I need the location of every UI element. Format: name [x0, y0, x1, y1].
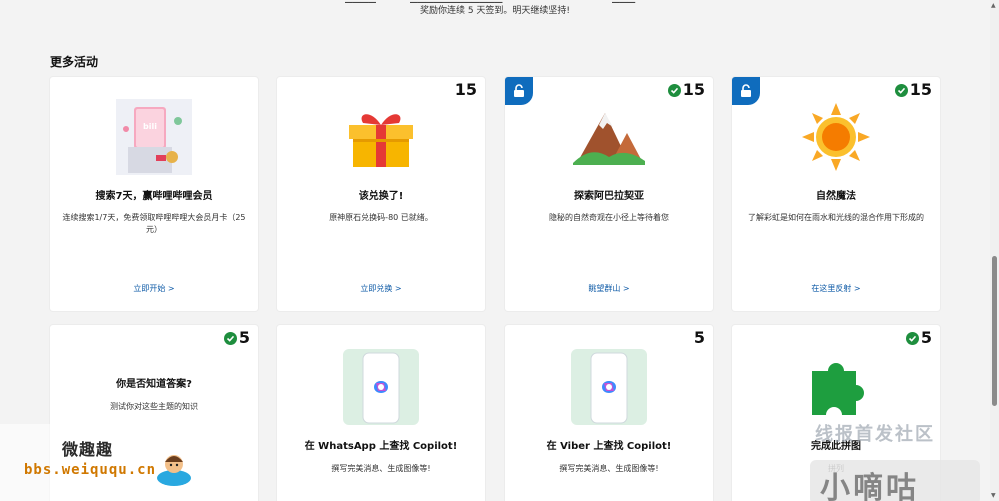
activity-card-bilibili[interactable]: bili 搜索7天，赢哔哩哔哩会员 连续搜索1/7天，免费领取哔哩哔哩大会员月卡… [50, 77, 258, 311]
check-icon [223, 331, 237, 345]
points-badge: 5 [694, 329, 705, 347]
points-badge: 15 [894, 80, 932, 99]
activity-card-appalachia[interactable]: 15 探索阿巴拉契亚 隐秘的自然奇观在小径上等待着您 眺望群山 > [505, 77, 713, 311]
card-title: 该兑换了! [358, 191, 404, 202]
points-badge: 5 [223, 328, 250, 347]
scrollbar[interactable]: ▲ ▼ [990, 0, 999, 501]
watermark-url: bbs.weiququ.cn [24, 462, 157, 478]
card-title: 在 WhatsApp 上查找 Copilot! [304, 441, 458, 452]
points-value: 5 [238, 328, 250, 347]
watermark-right-box: 小嘀咕 [810, 460, 980, 501]
points-value: 15 [454, 80, 477, 99]
activity-card-gift[interactable]: 15 该兑换了! 原神原石兑换码-80 已就绪。 立即兑换 > [277, 77, 485, 311]
watermark-title: 微趣趣 [62, 440, 114, 459]
check-icon [894, 83, 908, 97]
phone-copilot-icon [343, 349, 419, 425]
top-streak-area: ▁▁▁▁ ▁▁▁▁▁▁▁▁▁▁▁▁ ▁▁▁ 奖励你连续 5 天签到。明天继续坚持… [0, 0, 990, 18]
check-icon [667, 83, 681, 97]
mascot-icon [155, 448, 193, 488]
watermark-right-line1: 线报首发社区 [815, 424, 935, 445]
puzzle-piece-icon [798, 349, 874, 425]
card-description: 了解彩虹是如何在雨水和光线的混合作用下形成的 [748, 213, 924, 222]
points-badge: 5 [905, 328, 932, 347]
card-description: 撰写完美消息、生成图像等! [559, 464, 659, 473]
card-description: 测试你对这些主题的知识 [110, 402, 198, 411]
bilibili-membership-card-icon: bili [116, 99, 192, 175]
card-description: 撰写完美消息、生成图像等! [331, 464, 431, 473]
watermark-left: 微趣趣 bbs.weiququ.cn [0, 424, 200, 501]
card-title: 你是否知道答案? [116, 379, 192, 390]
card-title: 在 Viber 上查找 Copilot! [546, 441, 672, 452]
start-link[interactable]: 立即开始 > [50, 283, 258, 294]
card-title: 搜索7天，赢哔哩哔哩会员 [95, 191, 213, 202]
points-value: 5 [693, 328, 705, 347]
sun-icon [798, 99, 874, 175]
card-description: 原神原石兑换码-80 已就绪。 [329, 213, 433, 222]
mountain-icon [571, 99, 647, 175]
activity-card-whatsapp[interactable]: 在 WhatsApp 上查找 Copilot! 撰写完美消息、生成图像等! [277, 325, 485, 501]
points-value: 15 [909, 80, 932, 99]
watermark-right-line2: 小嘀咕 [820, 471, 919, 501]
svg-text:bili: bili [143, 122, 157, 131]
points-value: 5 [920, 328, 932, 347]
view-mountains-link[interactable]: 眺望群山 > [505, 283, 713, 294]
activity-card-viber[interactable]: 5 在 Viber 上查找 Copilot! 撰写完美消息、生成图像等! [505, 325, 713, 501]
card-description: 连续搜索1/7天，免费领取哔哩哔哩大会员月卡（25元） [62, 213, 246, 234]
check-icon [905, 331, 919, 345]
gift-box-icon [343, 99, 419, 175]
scroll-up-icon[interactable]: ▲ [991, 2, 996, 9]
lock-icon [505, 77, 533, 105]
lock-icon [732, 77, 760, 105]
card-description: 隐秘的自然奇观在小径上等待着您 [549, 213, 669, 222]
section-title: 更多活动 [50, 55, 99, 69]
streak-message: 奖励你连续 5 天签到。明天继续坚持! [419, 6, 571, 16]
activity-card-nature[interactable]: 15 自然魔法 了解彩虹是如何在雨水和光线的混合作用下形成的 在这里反射 > [732, 77, 940, 311]
scrollbar-thumb[interactable] [992, 256, 997, 406]
reflect-link[interactable]: 在这里反射 > [732, 283, 940, 294]
card-title: 探索阿巴拉契亚 [574, 191, 644, 202]
points-value: 15 [682, 80, 705, 99]
points-badge: 15 [455, 81, 477, 99]
scroll-down-icon[interactable]: ▼ [991, 492, 996, 499]
points-badge: 15 [667, 80, 705, 99]
redeem-link[interactable]: 立即兑换 > [277, 283, 485, 294]
phone-copilot-icon [571, 349, 647, 425]
card-title: 自然魔法 [816, 191, 856, 202]
